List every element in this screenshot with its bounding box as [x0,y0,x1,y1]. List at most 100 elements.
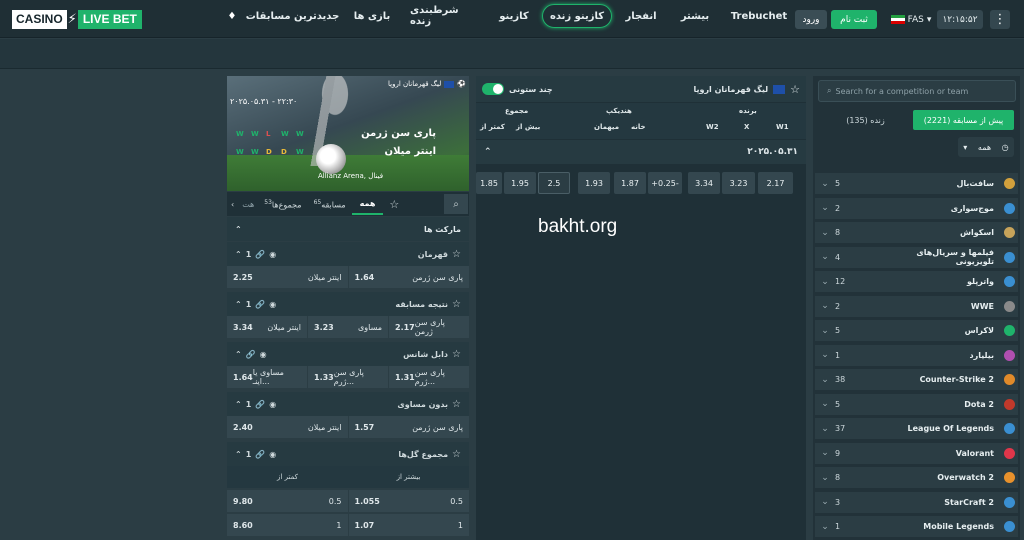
star-icon[interactable]: ☆ [452,249,461,260]
login-button[interactable]: ورود [795,10,827,29]
menu-icon[interactable]: ⋮ [990,10,1010,29]
odd-w1[interactable]: 2.17 [758,172,793,194]
sport-row[interactable]: ⌄ 9 Valorant [815,442,1018,465]
sport-icon-dot [1003,472,1015,483]
odd-cell[interactable]: پاری سن ژرمن 2.17 [389,316,469,338]
odd-cell[interactable]: اینتر میلان 3.34 [227,316,307,338]
search-icon: ⌕ [827,86,832,95]
tab-match[interactable]: 65مسابقه [308,199,352,210]
tab-prematch[interactable]: پیش از مسابقه (2221) [913,110,1014,130]
register-button[interactable]: ثبت نام [831,10,877,29]
star-icon[interactable]: ☆ [452,449,461,460]
chevron-left-icon[interactable]: ‹ [227,200,238,209]
sport-row[interactable]: ⌄ 1 بیلیارد [815,344,1018,367]
sport-row[interactable]: ⌄ 5 لاکراس [815,320,1018,342]
link-icon[interactable]: 🔗 [255,300,265,309]
star-icon[interactable]: ☆ [383,198,405,211]
sport-icon-dot [1003,423,1015,434]
odd-cell[interactable]: پاری سن ژرم... 1.31 [389,366,469,388]
info-icon[interactable]: ◉ [269,250,276,259]
odd-under[interactable]: 1.85 [476,172,502,194]
market-header-controls: ⌃ 🔗 ◉ [235,350,267,359]
sport-row[interactable]: ⌄ 3 StarCraft 2 [815,491,1018,514]
nav-live-casino[interactable]: کازینو زنده [542,4,612,28]
sport-row[interactable]: ⌄ 38 Counter-Strike 2 [815,369,1018,391]
tab-live[interactable]: زنده (135) [818,110,913,130]
odd-cell[interactable]: مساوی یا اینـ... 1.64 [227,366,307,388]
search-input[interactable]: ⌕ Search for a competition or team [818,80,1016,102]
odd-value: 3.23 [314,322,334,332]
link-icon[interactable]: 🔗 [246,350,256,359]
odd-w2[interactable]: 3.34 [688,172,720,194]
star-icon[interactable]: ☆ [452,299,461,310]
link-icon[interactable]: 🔗 [255,450,265,459]
market-header[interactable]: ⌃ 1 🔗 ◉ قهرمان ☆ [227,242,469,266]
sport-row[interactable]: ⌄ 8 Overwatch 2 [815,467,1018,489]
odd-cell[interactable]: مساوی 3.23 [308,316,388,338]
nav-trebuchet[interactable]: Trebuchet [728,4,790,28]
sport-row[interactable]: ⌄ 2 موج‌سواری [815,197,1018,220]
sport-icon [1000,423,1018,434]
odd-cell[interactable]: 1.055 0.5 [348,490,469,512]
star-icon[interactable]: ☆ [790,83,800,96]
market-header[interactable]: ⌃ 🔗 ◉ دابل شانس ☆ [227,342,469,366]
nav-games[interactable]: بازی ها [350,4,394,28]
odd-handicap-home[interactable]: 1.87 [614,172,646,194]
multi-column-toggle[interactable] [482,83,504,95]
sport-row[interactable]: ⌄ 5 Dota 2 [815,393,1018,416]
info-icon[interactable]: ◉ [269,300,276,309]
team-home: پاری سن ژرمن [361,128,436,139]
col-winner: برنده [739,107,757,115]
market-header[interactable]: ⌃ 1 🔗 ◉ بدون مساوی ☆ [227,392,469,416]
sport-row[interactable]: ⌄ 4 فیلمها و سریال‌های تلویزیونی [815,246,1018,269]
odd-cell[interactable]: 9.80 0.5 [227,490,348,512]
tab-totals[interactable]: 53مجموع‌ها [258,199,307,210]
market-header[interactable]: ⌃ 1 🔗 ◉ مجموع گل‌ها ☆ [227,442,469,466]
star-icon[interactable]: ☆ [452,399,461,410]
search-icon[interactable]: ⌕ [444,194,468,214]
sport-count: 12 [835,277,846,286]
markets-header[interactable]: ⌃ مارکت ها [227,217,469,241]
sport-row[interactable]: ⌄ 8 اسکواش [815,222,1018,244]
market-header-controls: ⌃ 1 🔗 ◉ [235,450,276,459]
sport-row[interactable]: ⌄ 37 League Of Legends [815,418,1018,440]
link-icon[interactable]: 🔗 [255,400,265,409]
odd-over[interactable]: 1.95 [504,172,536,194]
link-icon[interactable]: 🔗 [255,250,265,259]
language-selector[interactable]: FAS ▾ [890,10,932,29]
info-icon[interactable]: ◉ [260,350,267,359]
info-icon[interactable]: ◉ [269,400,276,409]
odd-cell[interactable]: پاری سن ژرم... 1.33 [308,366,388,388]
sport-icon-dot [1003,227,1015,238]
odd-cell[interactable]: پاری سن ژرمن 1.64 [348,266,469,288]
market-header[interactable]: ⌃ 1 🔗 ◉ نتیجه مسابقه ☆ [227,292,469,316]
odd-value: 2.25 [233,272,253,282]
date-row[interactable]: ⌃ ۲۰۲۵.۰۵.۳۱ [476,140,806,164]
sport-row[interactable]: ⌄ 5 سافت‌بال [815,173,1018,195]
tab-more[interactable]: هت [238,200,258,209]
nav-new-matches[interactable]: جدیدترین مسابقات [240,4,345,28]
nav-casino[interactable]: کازینو [495,4,533,28]
sport-count: 2 [835,203,841,213]
odd-cell[interactable]: پاری سن ژرمن 1.57 [348,416,469,438]
star-icon[interactable]: ☆ [452,349,461,360]
nav-live-betting[interactable]: شرطبندی زنده [410,4,480,28]
odd-cell[interactable]: 8.60 1 [227,514,348,536]
market-row: پاری سن ژرمن 2.17 مساوی 3.23 اینتر میلان 3.34 [227,316,469,338]
sport-row[interactable]: ⌄ 2 WWE [815,295,1018,318]
nav-crash[interactable]: انفجار [622,4,660,28]
time-filter[interactable]: ▾ همه ◷ [958,137,1014,157]
odd-cell[interactable]: 1.07 1 [348,514,469,536]
odd-x[interactable]: 3.23 [722,172,755,194]
sport-icon [1000,374,1018,385]
info-icon[interactable]: ◉ [269,450,276,459]
nav-more[interactable]: بیشتر [676,4,714,28]
odd-cell[interactable]: اینتر میلان 2.40 [227,416,348,438]
tab-all[interactable]: همه [351,194,384,215]
odd-handicap-away[interactable]: 1.93 [578,172,610,194]
chevron-down-icon: ⌄ [821,350,829,360]
odd-cell[interactable]: اینتر میلان 2.25 [227,266,348,288]
sport-row[interactable]: ⌄ 1 Mobile Legends [815,516,1018,538]
sport-row[interactable]: ⌄ 12 واترپلو [815,271,1018,293]
logo[interactable]: CASINO ⚡ LIVE BET [12,9,142,29]
